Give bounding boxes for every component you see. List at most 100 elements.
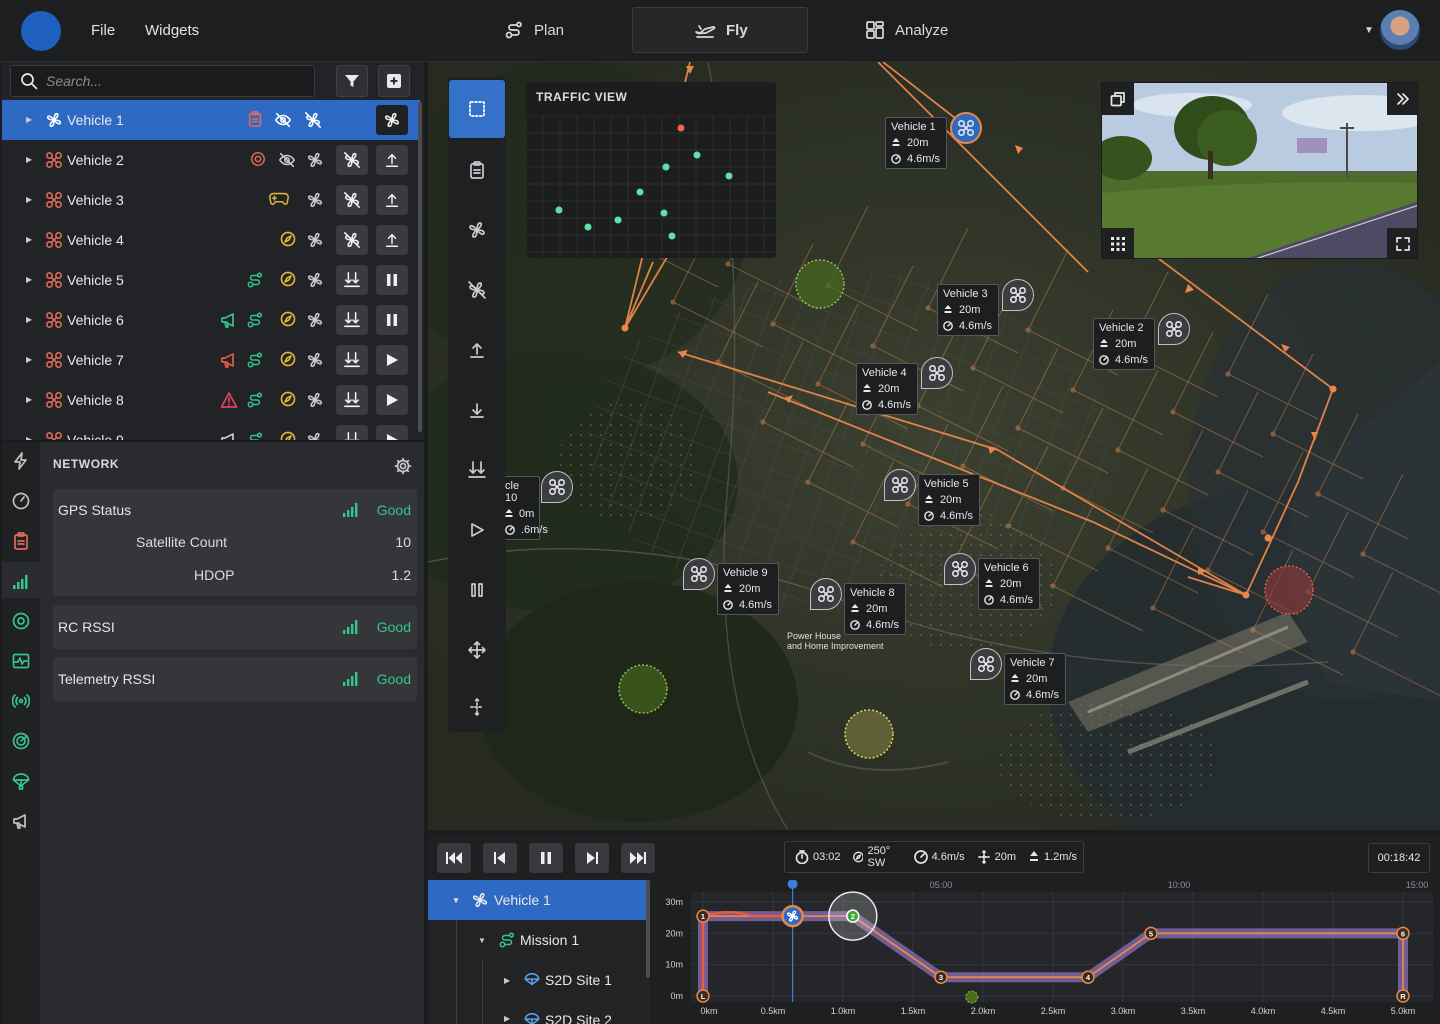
expand-caret-icon[interactable]: ▶ — [26, 155, 32, 164]
tab-analyze[interactable]: Analyze — [865, 7, 948, 53]
expand-caret-icon[interactable]: ▶ — [504, 976, 510, 985]
expand-caret-icon[interactable]: ▶ — [26, 355, 32, 364]
disarm-button[interactable] — [336, 225, 368, 255]
vehicle-marker[interactable] — [683, 558, 715, 590]
menu-file[interactable]: File — [91, 22, 115, 39]
expand-caret-icon[interactable]: ▶ — [26, 195, 32, 204]
pause-tool-button[interactable] — [448, 560, 506, 620]
takeoff-button[interactable] — [376, 225, 408, 255]
resume-button[interactable] — [376, 345, 408, 375]
account-dropdown-icon[interactable]: ▼ — [1364, 25, 1374, 36]
clipboard-icon[interactable] — [12, 532, 30, 550]
gauge-icon[interactable] — [12, 492, 30, 510]
search-input[interactable]: Search... — [10, 65, 315, 97]
pause-button[interactable] — [529, 843, 563, 873]
vehicle-row[interactable]: ▶ Vehicle 6 — [2, 300, 420, 340]
resume-button[interactable] — [376, 385, 408, 415]
expand-caret-icon[interactable]: ▶ — [26, 275, 32, 284]
altitude-profile[interactable]: 05:00 10:00 15:00 30m 20m 10m 0m 0km 0.5km 1.0km 1… — [653, 880, 1440, 1024]
land-button[interactable] — [336, 425, 368, 440]
step-back-button[interactable] — [483, 843, 517, 873]
collapse-caret-icon[interactable]: ▼ — [452, 896, 460, 905]
disarm-tool-button[interactable] — [448, 260, 506, 320]
vehicle-row[interactable]: ▶ Vehicle 2 — [2, 140, 420, 180]
expand-caret-icon[interactable]: ▶ — [26, 435, 32, 440]
activity-icon[interactable] — [12, 652, 30, 670]
land-button[interactable] — [336, 265, 368, 295]
vehicle-row[interactable]: ▶ Vehicle 8 — [2, 380, 420, 420]
vehicle-row[interactable]: ▶ Vehicle 7 — [2, 340, 420, 380]
expand-caret-icon[interactable]: ▶ — [26, 315, 32, 324]
vehicle-marker[interactable] — [810, 578, 842, 610]
skip-to-end-button[interactable] — [621, 843, 655, 873]
expand-caret-icon[interactable]: ▶ — [26, 115, 32, 124]
vehicle-map-label[interactable]: Vehicle 7 20m 4.6m/s — [1004, 653, 1066, 705]
move-tool-button[interactable] — [448, 620, 506, 680]
camera-feed[interactable] — [1101, 82, 1418, 259]
tab-plan[interactable]: Plan — [504, 7, 564, 53]
popout-button[interactable] — [1102, 83, 1134, 115]
land-button[interactable] — [336, 305, 368, 335]
disarm-button[interactable] — [336, 145, 368, 175]
menu-widgets[interactable]: Widgets — [145, 22, 199, 39]
gear-icon[interactable] — [394, 457, 412, 475]
checklist-tool-button[interactable] — [448, 140, 506, 200]
play-tool-button[interactable] — [448, 500, 506, 560]
vehicle-list-scrollbar[interactable] — [418, 102, 422, 432]
step-forward-button[interactable] — [575, 843, 609, 873]
radar-icon[interactable] — [12, 732, 30, 750]
parachute-icon[interactable] — [12, 772, 30, 790]
expand-caret-icon[interactable]: ▶ — [26, 235, 32, 244]
signal-icon[interactable] — [12, 572, 30, 590]
takeoff-tool-button[interactable] — [448, 320, 506, 380]
pause-button[interactable] — [376, 305, 408, 335]
traffic-radar[interactable] — [526, 116, 776, 258]
takeoff-button[interactable] — [376, 145, 408, 175]
fullscreen-button[interactable] — [1387, 228, 1417, 258]
grid-view-button[interactable] — [1102, 228, 1134, 258]
vehicle-map-label[interactable]: Vehicle 3 20m 4.6m/s — [937, 284, 999, 336]
land-tool-button[interactable] — [448, 380, 506, 440]
vehicle-marker[interactable] — [541, 471, 573, 503]
disarm-button[interactable] — [336, 185, 368, 215]
expand-caret-icon[interactable]: ▶ — [504, 1014, 510, 1023]
vehicle-map-label[interactable]: Vehicle 8 20m 4.6m/s — [844, 583, 906, 635]
tree-scrollbar[interactable] — [646, 880, 650, 978]
tree-site-row[interactable]: ▶ S2D Site 1 — [428, 960, 646, 1000]
filter-button[interactable] — [336, 65, 368, 97]
app-logo[interactable] — [21, 11, 61, 51]
vehicle-map-label[interactable]: Vehicle 6 20m 4.6m/s — [978, 558, 1040, 610]
pause-button[interactable] — [376, 265, 408, 295]
resume-button[interactable] — [376, 425, 408, 440]
vehicle-marker[interactable] — [1158, 313, 1190, 345]
expand-panel-button[interactable] — [1387, 83, 1417, 115]
arm-button[interactable] — [376, 105, 408, 135]
lightning-icon[interactable] — [12, 452, 30, 470]
land-all-tool-button[interactable] — [448, 440, 506, 500]
tree-mission-row[interactable]: ▼ Mission 1 — [428, 920, 646, 960]
vehicle-row[interactable]: ▶ Vehicle 1 — [2, 100, 420, 140]
arm-tool-button[interactable] — [448, 200, 506, 260]
vehicle-row[interactable]: ▶ Vehicle 5 — [2, 260, 420, 300]
expand-caret-icon[interactable]: ▶ — [26, 395, 32, 404]
land-button[interactable] — [336, 385, 368, 415]
add-vehicle-button[interactable] — [378, 65, 410, 97]
skip-to-start-button[interactable] — [437, 843, 471, 873]
vehicle-marker[interactable] — [944, 553, 976, 585]
collapse-caret-icon[interactable]: ▼ — [478, 936, 486, 945]
vehicle-marker[interactable] — [884, 469, 916, 501]
takeoff-button[interactable] — [376, 185, 408, 215]
vehicle-map-label[interactable]: Vehicle 1 20m 4.6m/s — [885, 117, 947, 169]
altitude-tool-button[interactable] — [448, 677, 506, 737]
vehicle-marker[interactable] — [950, 112, 982, 144]
select-tool-button[interactable] — [449, 80, 505, 138]
vehicle-map-label[interactable]: Vehicle 2 20m 4.6m/s — [1093, 318, 1155, 370]
megaphone-icon[interactable] — [12, 812, 30, 830]
vehicle-map-label[interactable]: Vehicle 5 20m 4.6m/s — [918, 474, 980, 526]
vehicle-map-label[interactable]: Vehicle 4 20m 4.6m/s — [856, 363, 918, 415]
tree-vehicle-row[interactable]: ▼ Vehicle 1 — [428, 880, 646, 920]
vehicle-marker[interactable] — [970, 648, 1002, 680]
vehicle-marker[interactable] — [1002, 279, 1034, 311]
tab-fly[interactable]: Fly — [632, 7, 808, 53]
vehicle-map-label[interactable]: cle 10 0m .6m/s — [505, 476, 548, 540]
